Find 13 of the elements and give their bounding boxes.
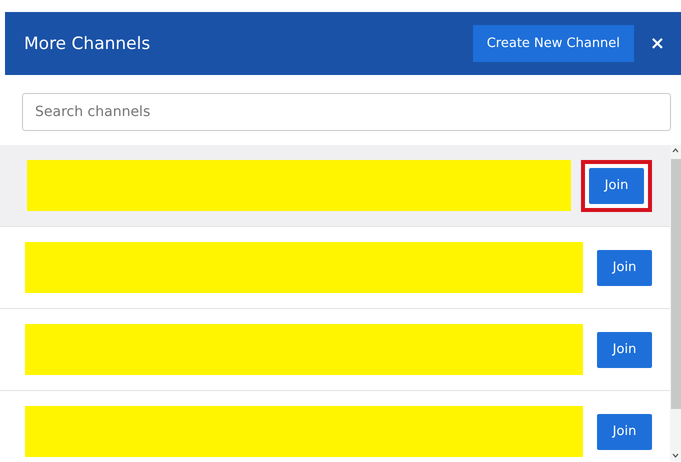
channel-row[interactable]: Join [0, 309, 670, 391]
channel-row[interactable]: Join [0, 391, 670, 462]
dialog-title: More Channels [24, 34, 152, 54]
join-button[interactable]: Join [597, 414, 652, 450]
search-field[interactable]: Search channels [22, 93, 671, 131]
join-button[interactable]: Join [597, 250, 652, 286]
join-button[interactable]: Join [597, 332, 652, 368]
channel-row[interactable]: Join [0, 227, 670, 309]
scrollbar[interactable] [670, 145, 681, 461]
join-button[interactable]: Join [589, 168, 644, 204]
close-button[interactable]: × [648, 33, 667, 54]
create-channel-button[interactable]: Create New Channel [472, 25, 634, 62]
channel-row[interactable]: Join [0, 145, 670, 227]
